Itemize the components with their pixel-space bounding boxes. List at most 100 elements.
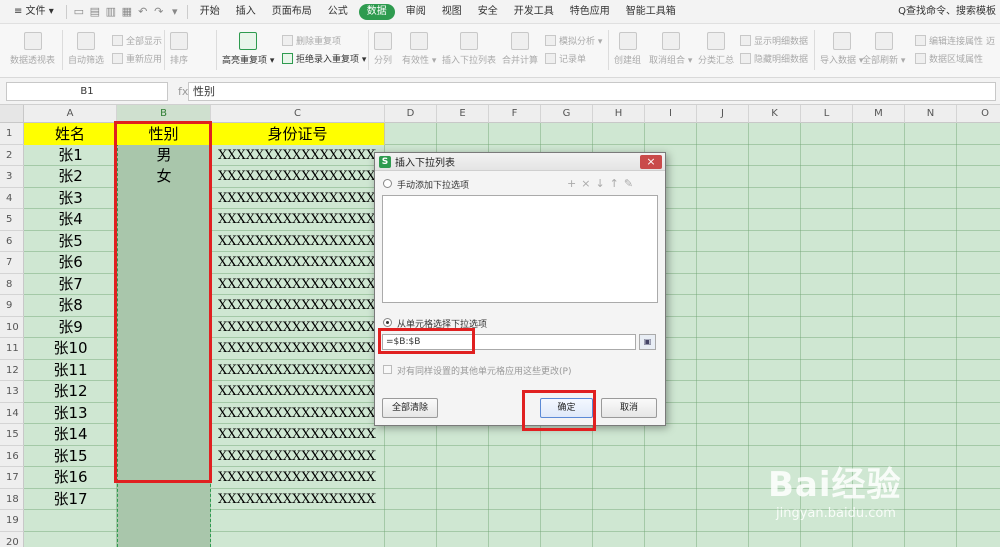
- id-cell[interactable]: XXXXXXXXXXXXXXXXXX: [218, 145, 376, 167]
- id-cell[interactable]: XXXXXXXXXXXXXXXXXX: [218, 188, 376, 210]
- reject-duplicates-button[interactable]: 拒绝录入重复项 ▾: [282, 52, 366, 65]
- id-cell[interactable]: XXXXXXXXXXXXXXXXXX: [218, 317, 376, 339]
- undo-icon[interactable]: ↶: [135, 0, 151, 24]
- name-cell[interactable]: 张2: [24, 166, 117, 188]
- ungroup-button[interactable]: 取消组合 ▾: [649, 32, 692, 66]
- tab-5[interactable]: 审阅: [398, 0, 434, 24]
- insert-dropdown-list-button[interactable]: 插入下拉列表: [442, 32, 496, 66]
- name-cell[interactable]: 张9: [24, 317, 117, 339]
- export-icon[interactable]: ▦: [119, 0, 135, 24]
- reapply-button[interactable]: 重新应用: [112, 52, 162, 65]
- tab-1[interactable]: 插入: [228, 0, 264, 24]
- tab-9[interactable]: 特色应用: [562, 0, 618, 24]
- row-header-17[interactable]: 17: [0, 467, 24, 489]
- tab-10[interactable]: 智能工具箱: [618, 0, 684, 24]
- formula-input[interactable]: 性别: [188, 82, 996, 101]
- name-cell[interactable]: 张8: [24, 295, 117, 317]
- row-header-19[interactable]: 19: [0, 510, 24, 532]
- column-header-f[interactable]: F: [489, 105, 541, 123]
- column-header-m[interactable]: M: [853, 105, 905, 123]
- redo-icon[interactable]: ↷: [151, 0, 167, 24]
- print-icon[interactable]: ▥: [103, 0, 119, 24]
- column-header-l[interactable]: L: [801, 105, 853, 123]
- create-group-button[interactable]: 创建组: [614, 32, 641, 66]
- name-cell[interactable]: 张17: [24, 489, 117, 511]
- import-data-button[interactable]: 导入数据 ▾: [820, 32, 863, 66]
- name-cell[interactable]: 张16: [24, 467, 117, 489]
- id-cell[interactable]: XXXXXXXXXXXXXXXXXX: [218, 403, 376, 425]
- manual-items-listbox[interactable]: [382, 195, 658, 303]
- column-header-a[interactable]: A: [24, 105, 117, 123]
- split-column-button[interactable]: 分列: [374, 32, 392, 66]
- id-cell[interactable]: XXXXXXXXXXXXXXXXXX: [218, 209, 376, 231]
- search-command[interactable]: Q查找命令、搜索模板: [898, 0, 996, 24]
- tab-8[interactable]: 开发工具: [506, 0, 562, 24]
- delete-item-icon[interactable]: ×: [581, 177, 590, 190]
- close-button[interactable]: ×: [640, 155, 662, 169]
- print-preview-icon[interactable]: ▤: [87, 0, 103, 24]
- header-cell-name[interactable]: 姓名: [24, 123, 117, 145]
- from-cells-option-radio[interactable]: [383, 318, 392, 327]
- chevron-down-icon[interactable]: ▾: [167, 0, 183, 24]
- move-up-icon[interactable]: ↑: [610, 177, 619, 190]
- row-header-7[interactable]: 7: [0, 252, 24, 274]
- row-header-9[interactable]: 9: [0, 295, 24, 317]
- column-header-g[interactable]: G: [541, 105, 593, 123]
- what-if-analysis-button[interactable]: 模拟分析 ▾: [545, 34, 602, 47]
- row-header-6[interactable]: 6: [0, 230, 24, 252]
- tab-0[interactable]: 开始: [192, 0, 228, 24]
- name-cell[interactable]: 张7: [24, 274, 117, 296]
- name-cell[interactable]: 张5: [24, 231, 117, 253]
- apply-same-checkbox[interactable]: [383, 365, 392, 374]
- save-icon[interactable]: ▭: [71, 0, 87, 24]
- column-header-k[interactable]: K: [749, 105, 801, 123]
- add-item-icon[interactable]: +: [567, 177, 576, 190]
- show-detail-button[interactable]: 显示明细数据: [740, 34, 808, 47]
- move-down-icon[interactable]: ↓: [595, 177, 604, 190]
- id-cell[interactable]: XXXXXXXXXXXXXXXXXX: [218, 231, 376, 253]
- row-header-11[interactable]: 11: [0, 338, 24, 360]
- column-header-j[interactable]: J: [697, 105, 749, 123]
- edit-connection-button[interactable]: 编辑连接属性: [915, 34, 983, 47]
- row-header-15[interactable]: 15: [0, 424, 24, 446]
- row-header-3[interactable]: 3: [0, 166, 24, 188]
- row-header-1[interactable]: 1: [0, 123, 24, 145]
- column-header-c[interactable]: C: [211, 105, 385, 123]
- name-cell[interactable]: 张13: [24, 403, 117, 425]
- tab-7[interactable]: 安全: [470, 0, 506, 24]
- pivot-table-button[interactable]: 数据透视表: [10, 32, 55, 66]
- sort-button[interactable]: 排序: [170, 32, 188, 66]
- row-header-20[interactable]: 20: [0, 531, 24, 547]
- name-cell[interactable]: 张3: [24, 188, 117, 210]
- column-header-n[interactable]: N: [905, 105, 957, 123]
- column-header-h[interactable]: H: [593, 105, 645, 123]
- id-cell[interactable]: XXXXXXXXXXXXXXXXXX: [218, 424, 376, 446]
- name-cell[interactable]: 张10: [24, 338, 117, 360]
- id-cell[interactable]: XXXXXXXXXXXXXXXXXX: [218, 381, 376, 403]
- row-header-4[interactable]: 4: [0, 187, 24, 209]
- row-header-18[interactable]: 18: [0, 488, 24, 510]
- id-cell[interactable]: XXXXXXXXXXXXXXXXXX: [218, 338, 376, 360]
- tab-2[interactable]: 页面布局: [264, 0, 320, 24]
- column-header-e[interactable]: E: [437, 105, 489, 123]
- select-all-corner[interactable]: [0, 105, 24, 123]
- name-box[interactable]: B1: [6, 82, 168, 101]
- cancel-button[interactable]: 取消: [601, 398, 657, 418]
- row-header-14[interactable]: 14: [0, 402, 24, 424]
- clear-all-button[interactable]: 全部清除: [382, 398, 438, 418]
- column-header-o[interactable]: O: [957, 105, 1000, 123]
- refresh-all-button[interactable]: 全部刷新 ▾: [862, 32, 905, 66]
- fx-icon[interactable]: fx: [178, 82, 188, 101]
- name-cell[interactable]: 张1: [24, 145, 117, 167]
- id-cell[interactable]: XXXXXXXXXXXXXXXXXX: [218, 446, 376, 468]
- name-cell[interactable]: 张11: [24, 360, 117, 382]
- column-header-i[interactable]: I: [645, 105, 697, 123]
- validity-button[interactable]: 有效性 ▾: [402, 32, 436, 66]
- row-header-5[interactable]: 5: [0, 209, 24, 231]
- tab-6[interactable]: 视图: [434, 0, 470, 24]
- id-cell[interactable]: XXXXXXXXXXXXXXXXXX: [218, 295, 376, 317]
- name-cell[interactable]: 张14: [24, 424, 117, 446]
- id-cell[interactable]: XXXXXXXXXXXXXXXXXX: [218, 467, 376, 489]
- row-header-12[interactable]: 12: [0, 359, 24, 381]
- column-header-d[interactable]: D: [385, 105, 437, 123]
